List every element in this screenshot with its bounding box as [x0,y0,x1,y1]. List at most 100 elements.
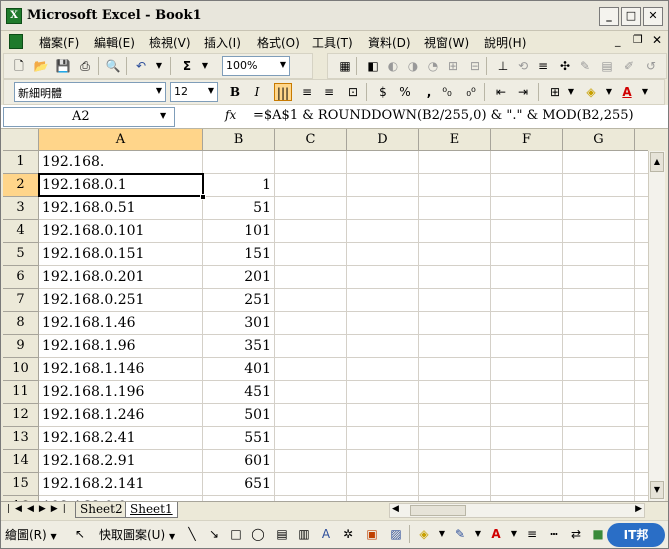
draw-dropdown-icon[interactable]: ▼ [51,532,57,541]
menu-insert[interactable]: 插入(I) [204,34,241,51]
empty-cell[interactable] [347,243,419,266]
row-header[interactable]: 15 [3,473,39,496]
empty-cell[interactable] [347,289,419,312]
empty-cell[interactable] [419,335,491,358]
picture-icon[interactable]: ▨ [387,525,405,543]
shadow-icon[interactable]: ■ [589,525,607,543]
font-color-dropdown-icon[interactable]: ▼ [636,83,654,101]
empty-cell[interactable] [563,404,635,427]
empty-cell[interactable] [563,151,635,174]
empty-cell[interactable] [563,335,635,358]
empty-cell[interactable] [491,358,563,381]
workbook-icon[interactable] [9,34,23,49]
cell-a[interactable]: 192.168.0.101 [39,220,203,243]
empty-cell[interactable] [491,404,563,427]
empty-cell[interactable] [347,404,419,427]
row-header[interactable]: 6 [3,266,39,289]
currency-icon[interactable]: $ [374,83,392,101]
empty-cell[interactable] [275,220,347,243]
vertical-scrollbar[interactable]: ▲ ▼ [648,151,665,501]
align-left-icon[interactable]: ≡ [298,83,316,101]
empty-cell[interactable] [347,312,419,335]
crop-icon[interactable]: ⊥ [494,57,512,75]
maximize-button[interactable]: □ [621,7,641,26]
empty-cell[interactable] [563,312,635,335]
increase-indent-icon[interactable]: ⇥ [514,83,532,101]
cell-b[interactable]: 1 [203,174,275,197]
insert-function-icon[interactable]: fx [225,108,236,122]
formula-input[interactable]: =$A$1 & ROUNDDOWN(B2/255,0) & "." & MOD(… [253,108,634,123]
row-header[interactable]: 5 [3,243,39,266]
fill-color-icon[interactable]: ◈ [415,525,433,543]
cell-a[interactable]: 192.168.2.141 [39,473,203,496]
select-objects-icon[interactable]: ↖ [71,525,89,543]
oval-icon[interactable]: ◯ [249,525,267,543]
cell-b[interactable]: 351 [203,335,275,358]
scroll-right-icon[interactable]: ▶ [635,504,642,514]
empty-cell[interactable] [347,450,419,473]
empty-cell[interactable] [347,266,419,289]
empty-cell[interactable] [635,381,648,404]
cell-b[interactable]: 601 [203,450,275,473]
empty-cell[interactable] [635,174,648,197]
empty-cell[interactable] [275,427,347,450]
cell-a[interactable]: 192.168.0.51 [39,197,203,220]
select-all-corner[interactable] [3,129,39,151]
open-icon[interactable]: 📂 [32,57,50,75]
empty-cell[interactable] [563,427,635,450]
empty-cell[interactable] [563,266,635,289]
empty-cell[interactable] [347,220,419,243]
empty-cell[interactable] [275,197,347,220]
empty-cell[interactable] [419,381,491,404]
cell-a[interactable]: 192.168.0.251 [39,289,203,312]
empty-cell[interactable] [419,427,491,450]
empty-cell[interactable] [419,473,491,496]
empty-cell[interactable] [419,404,491,427]
cell-a[interactable]: 192.168.2.41 [39,427,203,450]
font-color-icon[interactable]: A [618,83,636,101]
column-header-a[interactable]: A [39,129,203,151]
cell-b[interactable]: 101 [203,220,275,243]
empty-cell[interactable] [491,197,563,220]
tab-nav-icons[interactable]: |◀◀▶▶| [7,504,71,514]
empty-cell[interactable] [491,427,563,450]
row-header[interactable]: 2 [3,174,39,197]
empty-cell[interactable] [275,312,347,335]
empty-cell[interactable] [491,335,563,358]
cell-a[interactable]: 192.168.1.96 [39,335,203,358]
line-style-icon[interactable]: ≡ [534,57,552,75]
cell-b[interactable]: 651 [203,473,275,496]
empty-cell[interactable] [347,335,419,358]
name-box[interactable]: A2 ▼ [3,107,175,127]
comma-style-icon[interactable]: , [420,83,438,101]
row-header[interactable]: 12 [3,404,39,427]
empty-cell[interactable] [347,427,419,450]
vertical-text-icon[interactable]: ||| [274,83,292,101]
empty-cell[interactable] [491,174,563,197]
empty-cell[interactable] [635,289,648,312]
empty-cell[interactable] [635,358,648,381]
empty-cell[interactable] [347,358,419,381]
autosum-dropdown-icon[interactable]: ▼ [196,57,214,75]
line-icon[interactable]: ╲ [183,525,201,543]
cell-a[interactable]: 192.168.1.46 [39,312,203,335]
row-header[interactable]: 9 [3,335,39,358]
empty-cell[interactable] [419,450,491,473]
empty-cell[interactable] [347,381,419,404]
dash-style-icon[interactable]: ┅ [545,525,563,543]
close-button[interactable]: ✕ [643,7,663,26]
empty-cell[interactable] [563,358,635,381]
vertical-textbox-icon[interactable]: ▥ [295,525,313,543]
decrease-indent-icon[interactable]: ⇤ [492,83,510,101]
empty-cell[interactable] [491,243,563,266]
sheet-tab-sheet2[interactable]: Sheet2 [75,502,128,518]
menu-help[interactable]: 說明(H) [484,34,526,51]
font-dropdown-icon[interactable]: ▼ [156,86,162,95]
empty-cell[interactable] [347,473,419,496]
empty-cell[interactable] [635,243,648,266]
fill-dropdown-icon[interactable]: ▼ [433,525,451,543]
align-icon[interactable]: ◧ [364,57,382,75]
split-box[interactable] [648,129,665,151]
cell-b[interactable]: 51 [203,197,275,220]
undo-icon[interactable]: ↶ [132,57,150,75]
